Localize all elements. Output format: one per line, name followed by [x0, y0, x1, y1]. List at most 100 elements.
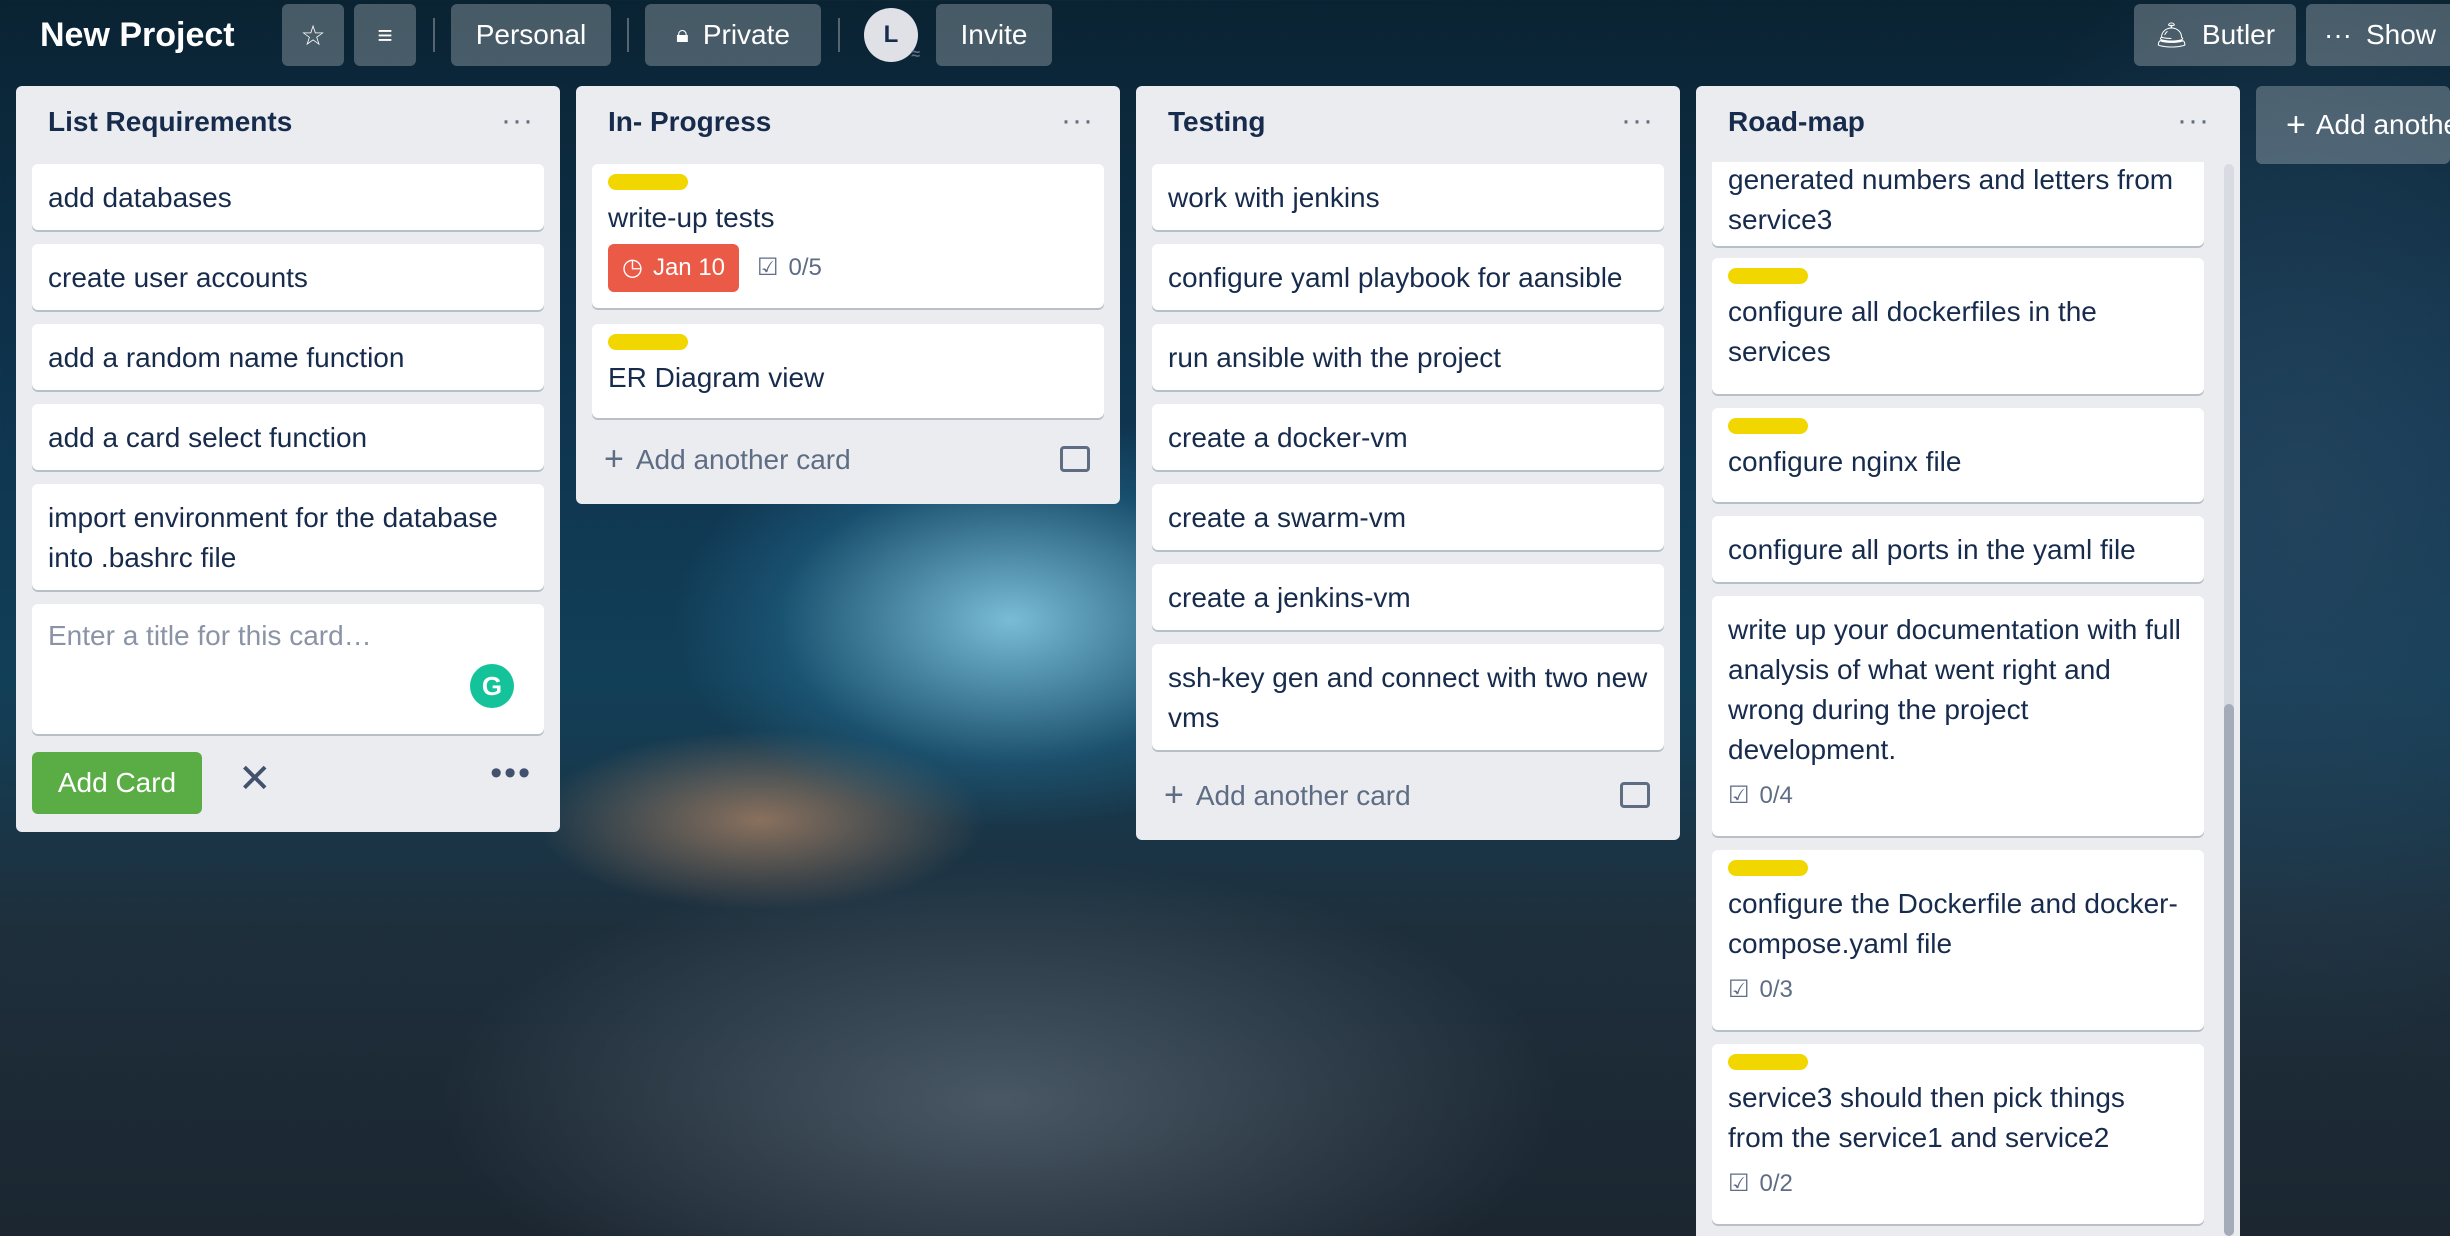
butler-button[interactable]: 🛎︎ Butler: [2134, 4, 2296, 66]
card-title: service3 should then pick things from th…: [1728, 1082, 2125, 1153]
card-title: ER Diagram view: [608, 362, 825, 393]
list-menu-icon[interactable]: ···: [501, 104, 534, 138]
card-title: configure all ports in the yaml file: [1728, 534, 2136, 565]
card[interactable]: import environment for the database into…: [32, 484, 544, 590]
yellow-label: [1728, 1054, 1808, 1070]
card[interactable]: create a swarm-vm: [1152, 484, 1664, 550]
card[interactable]: create a jenkins-vm: [1152, 564, 1664, 630]
more-options-icon[interactable]: •••: [490, 754, 532, 793]
card-title: add a random name function: [48, 342, 405, 373]
avatar[interactable]: L ≈: [864, 8, 920, 63]
divider: [627, 18, 629, 52]
card-badges: ◷ Jan 10 ☑ 0/5: [608, 244, 1088, 292]
add-another-card-button[interactable]: + Add another card: [604, 440, 851, 479]
grammarly-icon[interactable]: G: [470, 664, 514, 708]
list-title[interactable]: Road-map: [1728, 106, 1865, 138]
yellow-label: [608, 334, 688, 350]
add-another-list-label: Add another list: [2315, 109, 2450, 140]
list-in-progress: In- Progress ··· write-up tests ◷ Jan 10…: [576, 86, 1120, 504]
list-title[interactable]: List Requirements: [48, 106, 292, 138]
add-another-card-label: Add another card: [1195, 779, 1411, 811]
card[interactable]: configure nginx file: [1712, 408, 2204, 502]
card[interactable]: add a random name function: [32, 324, 544, 390]
card-badges: ☑ 0/2: [1728, 1164, 2188, 1204]
due-date-badge[interactable]: ◷ Jan 10: [608, 244, 740, 292]
card-title: write-up tests: [608, 202, 775, 233]
list-menu-icon[interactable]: ···: [2177, 104, 2210, 138]
checklist-count: 0/3: [1759, 976, 1793, 1003]
card[interactable]: configure the Dockerfile and docker-comp…: [1712, 850, 2204, 1030]
card[interactable]: write up your documentation with full an…: [1712, 596, 2204, 836]
star-icon: ☆: [300, 19, 326, 51]
star-button[interactable]: ☆: [282, 4, 344, 66]
show-menu-button[interactable]: ··· Show: [2306, 4, 2450, 66]
show-menu-label: Show: [2365, 19, 2437, 50]
card-scroll-area[interactable]: generated numbers and letters from servi…: [1696, 162, 2220, 1236]
butler-label: Butler: [2201, 19, 2276, 50]
add-another-card-button[interactable]: + Add another card: [1164, 776, 1411, 815]
list-menu-icon[interactable]: ···: [1061, 104, 1094, 138]
card-template-icon[interactable]: [1060, 446, 1090, 472]
add-another-card-label: Add another card: [635, 443, 851, 475]
clock-icon: ◷: [622, 254, 643, 281]
card[interactable]: add a card select function: [32, 404, 544, 470]
card-title-input[interactable]: Enter a title for this card… G: [32, 604, 544, 734]
card-title: ssh-key gen and connect with two new vms: [1168, 662, 1648, 733]
card-badges: ☑ 0/3: [1728, 970, 2188, 1010]
board-menu-button[interactable]: ≡: [354, 4, 416, 66]
checklist-count: 0/4: [1759, 782, 1793, 809]
privacy-label: Private: [702, 19, 790, 50]
card-template-icon[interactable]: [1620, 782, 1650, 808]
yellow-label: [1728, 860, 1808, 876]
due-date: Jan 10: [652, 254, 726, 281]
lock-icon: 🔒︎: [676, 21, 689, 48]
divider: [433, 18, 435, 52]
add-card-button[interactable]: Add Card: [32, 752, 202, 814]
checkbox-icon: ☑: [1728, 782, 1750, 809]
card[interactable]: ER Diagram view: [592, 324, 1104, 418]
checklist-badge: ☑ 0/4: [1728, 776, 1793, 816]
card-title: create a jenkins-vm: [1168, 582, 1411, 613]
yellow-label: [1728, 268, 1808, 284]
checklist-badge: ☑ 0/5: [757, 248, 822, 288]
card[interactable]: create a docker-vm: [1152, 404, 1664, 470]
card[interactable]: configure yaml playbook for aansible: [1152, 244, 1664, 310]
checkbox-icon: ☑: [1728, 976, 1750, 1003]
card[interactable]: write-up tests ◷ Jan 10 ☑ 0/5: [592, 164, 1104, 308]
board-title[interactable]: New Project: [40, 12, 235, 58]
card[interactable]: generated numbers and letters from servi…: [1712, 162, 2204, 246]
plus-icon: +: [2286, 105, 2306, 144]
list-title[interactable]: In- Progress: [608, 106, 771, 138]
card[interactable]: configure all dockerfiles in the service…: [1712, 258, 2204, 394]
avatar-initial: L: [883, 21, 899, 48]
checklist-badge: ☑ 0/2: [1728, 1164, 1793, 1204]
privacy-button[interactable]: 🔒︎ Private: [645, 4, 821, 66]
card-title: create a swarm-vm: [1168, 502, 1407, 533]
yellow-label: [1728, 418, 1808, 434]
card-title: add a card select function: [48, 422, 368, 453]
list-scrollbar[interactable]: [2224, 164, 2234, 1236]
card-title: create user accounts: [48, 262, 308, 293]
card[interactable]: create user accounts: [32, 244, 544, 310]
plus-icon: +: [1164, 776, 1184, 814]
list-title[interactable]: Testing: [1168, 106, 1265, 138]
card[interactable]: configure all ports in the yaml file: [1712, 516, 2204, 582]
divider: [838, 18, 840, 52]
close-icon[interactable]: ✕: [238, 756, 272, 802]
card[interactable]: ssh-key gen and connect with two new vms: [1152, 644, 1664, 750]
card[interactable]: service3 should then pick things from th…: [1712, 1044, 2204, 1224]
card-title: configure yaml playbook for aansible: [1168, 262, 1623, 293]
card[interactable]: work with jenkins: [1152, 164, 1664, 230]
card-title: configure all dockerfiles in the service…: [1728, 296, 2097, 367]
more-dots-icon: ···: [2324, 19, 2352, 50]
card-title: write up your documentation with full an…: [1728, 614, 2181, 765]
invite-button[interactable]: Invite: [936, 4, 1052, 66]
card[interactable]: run ansible with the project: [1152, 324, 1664, 390]
card-title-placeholder: Enter a title for this card…: [48, 620, 372, 651]
list-menu-icon[interactable]: ···: [1621, 104, 1654, 138]
card[interactable]: add databases: [32, 164, 544, 230]
checklist-count: 0/2: [1759, 1170, 1793, 1197]
scrollbar-thumb[interactable]: [2224, 704, 2234, 1236]
team-visibility-button[interactable]: Personal: [451, 4, 611, 66]
add-another-list-button[interactable]: + Add another list: [2256, 86, 2450, 164]
